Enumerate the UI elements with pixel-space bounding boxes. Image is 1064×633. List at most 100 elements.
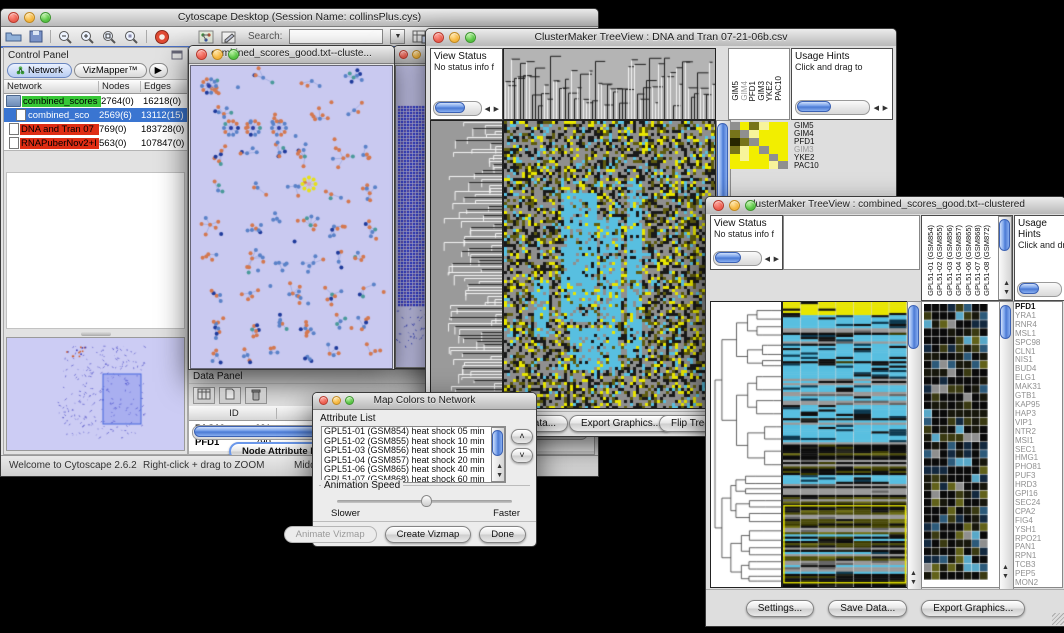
move-up-button[interactable]: ˄ — [511, 429, 533, 444]
tv1-column-label: YKE2 — [765, 81, 774, 101]
network-canvas[interactable] — [190, 65, 393, 369]
tab-network[interactable]: Network — [7, 63, 72, 78]
tab-vizmapper[interactable]: VizMapper™ — [74, 63, 147, 78]
minimize-icon[interactable] — [212, 49, 223, 60]
scroll-right-icon[interactable]: ▶ — [774, 256, 779, 264]
tv2-heatmap[interactable] — [782, 301, 908, 588]
zoom-out-icon[interactable] — [58, 30, 73, 44]
scroll-down-icon[interactable]: ▼ — [496, 472, 503, 480]
tv1-view-status-title: View Status — [434, 51, 502, 62]
zoom-window-icon[interactable] — [40, 12, 51, 23]
tv1-column-dendrogram[interactable] — [503, 48, 716, 120]
tv1-similarity-matrix[interactable] — [730, 122, 788, 169]
new-attribute-icon[interactable] — [219, 387, 241, 404]
scroll-right-icon[interactable]: ▶ — [494, 106, 499, 114]
tv2-collabel-vscroll-thumb[interactable] — [999, 219, 1010, 251]
tv2-usage-hscroll-thumb[interactable] — [1019, 283, 1039, 294]
tv1-column-label: PAC10 — [774, 76, 783, 101]
annotation-icon[interactable] — [221, 30, 237, 44]
splitter-handle[interactable] — [81, 332, 111, 336]
tv2-vscrollbar[interactable] — [907, 301, 922, 590]
scroll-up-icon[interactable]: ▲ — [496, 463, 503, 471]
tv2-secondary-vscroll-thumb[interactable] — [1000, 305, 1011, 339]
scroll-left-icon[interactable]: ◀ — [485, 106, 490, 114]
matrix-cell — [769, 154, 779, 162]
done-button[interactable]: Done — [479, 526, 526, 543]
help-lifering-icon[interactable] — [154, 29, 170, 45]
tv1-status-hscroll-thumb[interactable] — [435, 102, 465, 113]
slider-thumb[interactable] — [421, 495, 432, 507]
network-list-row[interactable]: RNAPuberNov2+I563(0)107847(0) — [4, 136, 187, 150]
tv2-secondary-heatmap[interactable] — [924, 304, 988, 580]
network-list-row[interactable]: combined_scores2764(0)16218(0) — [4, 94, 187, 108]
birdseye-overview[interactable] — [6, 337, 185, 451]
tv2-row-dendrogram[interactable] — [710, 301, 782, 588]
animate-vizmap-button[interactable]: Animate Vizmap — [284, 526, 377, 543]
close-icon[interactable] — [196, 49, 207, 60]
scroll-right-icon[interactable]: ▶ — [883, 105, 888, 113]
matrix-cell — [730, 154, 740, 162]
scroll-down-icon[interactable]: ▼ — [1002, 573, 1009, 581]
open-file-icon[interactable] — [5, 30, 22, 43]
tv1-status-hscrollbar[interactable] — [433, 101, 482, 116]
minimize-icon[interactable] — [729, 200, 740, 211]
attribute-list-vscroll-thumb[interactable] — [492, 430, 503, 456]
settings-button[interactable]: Settings... — [746, 600, 814, 617]
scroll-left-icon[interactable]: ◀ — [874, 105, 879, 113]
minimize-icon[interactable] — [332, 396, 341, 405]
close-icon[interactable] — [8, 12, 19, 23]
tv1-heatmap[interactable] — [503, 120, 716, 409]
zoom-fit-icon[interactable] — [102, 30, 117, 44]
scroll-up-icon[interactable]: ▲ — [1003, 280, 1010, 288]
close-icon[interactable] — [399, 50, 408, 59]
tv2-status-hscroll-thumb[interactable] — [715, 252, 741, 263]
zoom-selected-icon[interactable] — [124, 30, 139, 44]
search-dropdown-arrow[interactable]: ▼ — [390, 29, 405, 44]
main-title-bar[interactable]: Cytoscape Desktop (Session Name: collins… — [1, 9, 598, 27]
network-list-row[interactable]: DNA and Tran 07769(0)183728(0) — [4, 122, 187, 136]
tv2-status-hscrollbar[interactable] — [713, 251, 762, 266]
minimize-icon[interactable] — [449, 32, 460, 43]
close-icon[interactable] — [319, 396, 328, 405]
network-list-row[interactable]: combined_sco2569(6)13112(15) — [4, 108, 187, 122]
delete-attribute-icon[interactable] — [245, 387, 267, 404]
scroll-down-icon[interactable]: ▼ — [910, 579, 917, 587]
matrix-cell — [769, 138, 779, 146]
scroll-left-icon[interactable]: ◀ — [765, 256, 770, 264]
zoom-window-icon[interactable] — [465, 32, 476, 43]
tv2-secondary-vscrollbar[interactable] — [999, 301, 1014, 590]
data-panel-title: Data Panel — [193, 371, 242, 382]
scroll-down-icon[interactable]: ▼ — [1003, 289, 1010, 297]
network-doc-icon — [9, 123, 19, 135]
minimize-icon[interactable] — [24, 12, 35, 23]
select-attributes-icon[interactable] — [193, 387, 215, 404]
tv1-usage-hscroll-thumb[interactable] — [797, 101, 831, 112]
zoom-window-icon[interactable] — [745, 200, 756, 211]
tv1-usage-hints-title: Usage Hints — [795, 51, 892, 62]
zoom-window-icon[interactable] — [228, 49, 239, 60]
save-data-button[interactable]: Save Data... — [828, 600, 907, 617]
zoom-window-icon[interactable] — [345, 396, 354, 405]
tab-overflow-arrow[interactable]: ▶ — [149, 63, 168, 78]
animation-speed-slider[interactable] — [337, 500, 512, 503]
minimize-icon[interactable] — [412, 50, 421, 59]
move-down-button[interactable]: ˅ — [511, 448, 533, 463]
resize-grip[interactable] — [1052, 613, 1064, 625]
tv2-usage-hscrollbar[interactable] — [1017, 282, 1062, 297]
tv2-vscroll-thumb[interactable] — [908, 305, 919, 349]
search-input[interactable] — [289, 29, 383, 44]
export-graphics-button[interactable]: Export Graphics... — [569, 415, 673, 432]
tv1-usage-hscrollbar[interactable] — [795, 100, 870, 115]
export-graphics-button[interactable]: Export Graphics... — [921, 600, 1025, 617]
float-panel-icon[interactable] — [171, 50, 183, 60]
zoom-in-icon[interactable] — [80, 30, 95, 44]
close-icon[interactable] — [433, 32, 444, 43]
save-icon[interactable] — [29, 30, 43, 43]
network-name-label: RNAPuberNov2+I — [20, 138, 99, 149]
modify-network-icon[interactable] — [198, 30, 214, 44]
close-icon[interactable] — [713, 200, 724, 211]
tv1-row-dendrogram[interactable] — [430, 120, 503, 409]
create-vizmap-button[interactable]: Create Vizmap — [385, 526, 472, 543]
scroll-up-icon[interactable]: ▲ — [1002, 564, 1009, 572]
scroll-up-icon[interactable]: ▲ — [910, 570, 917, 578]
